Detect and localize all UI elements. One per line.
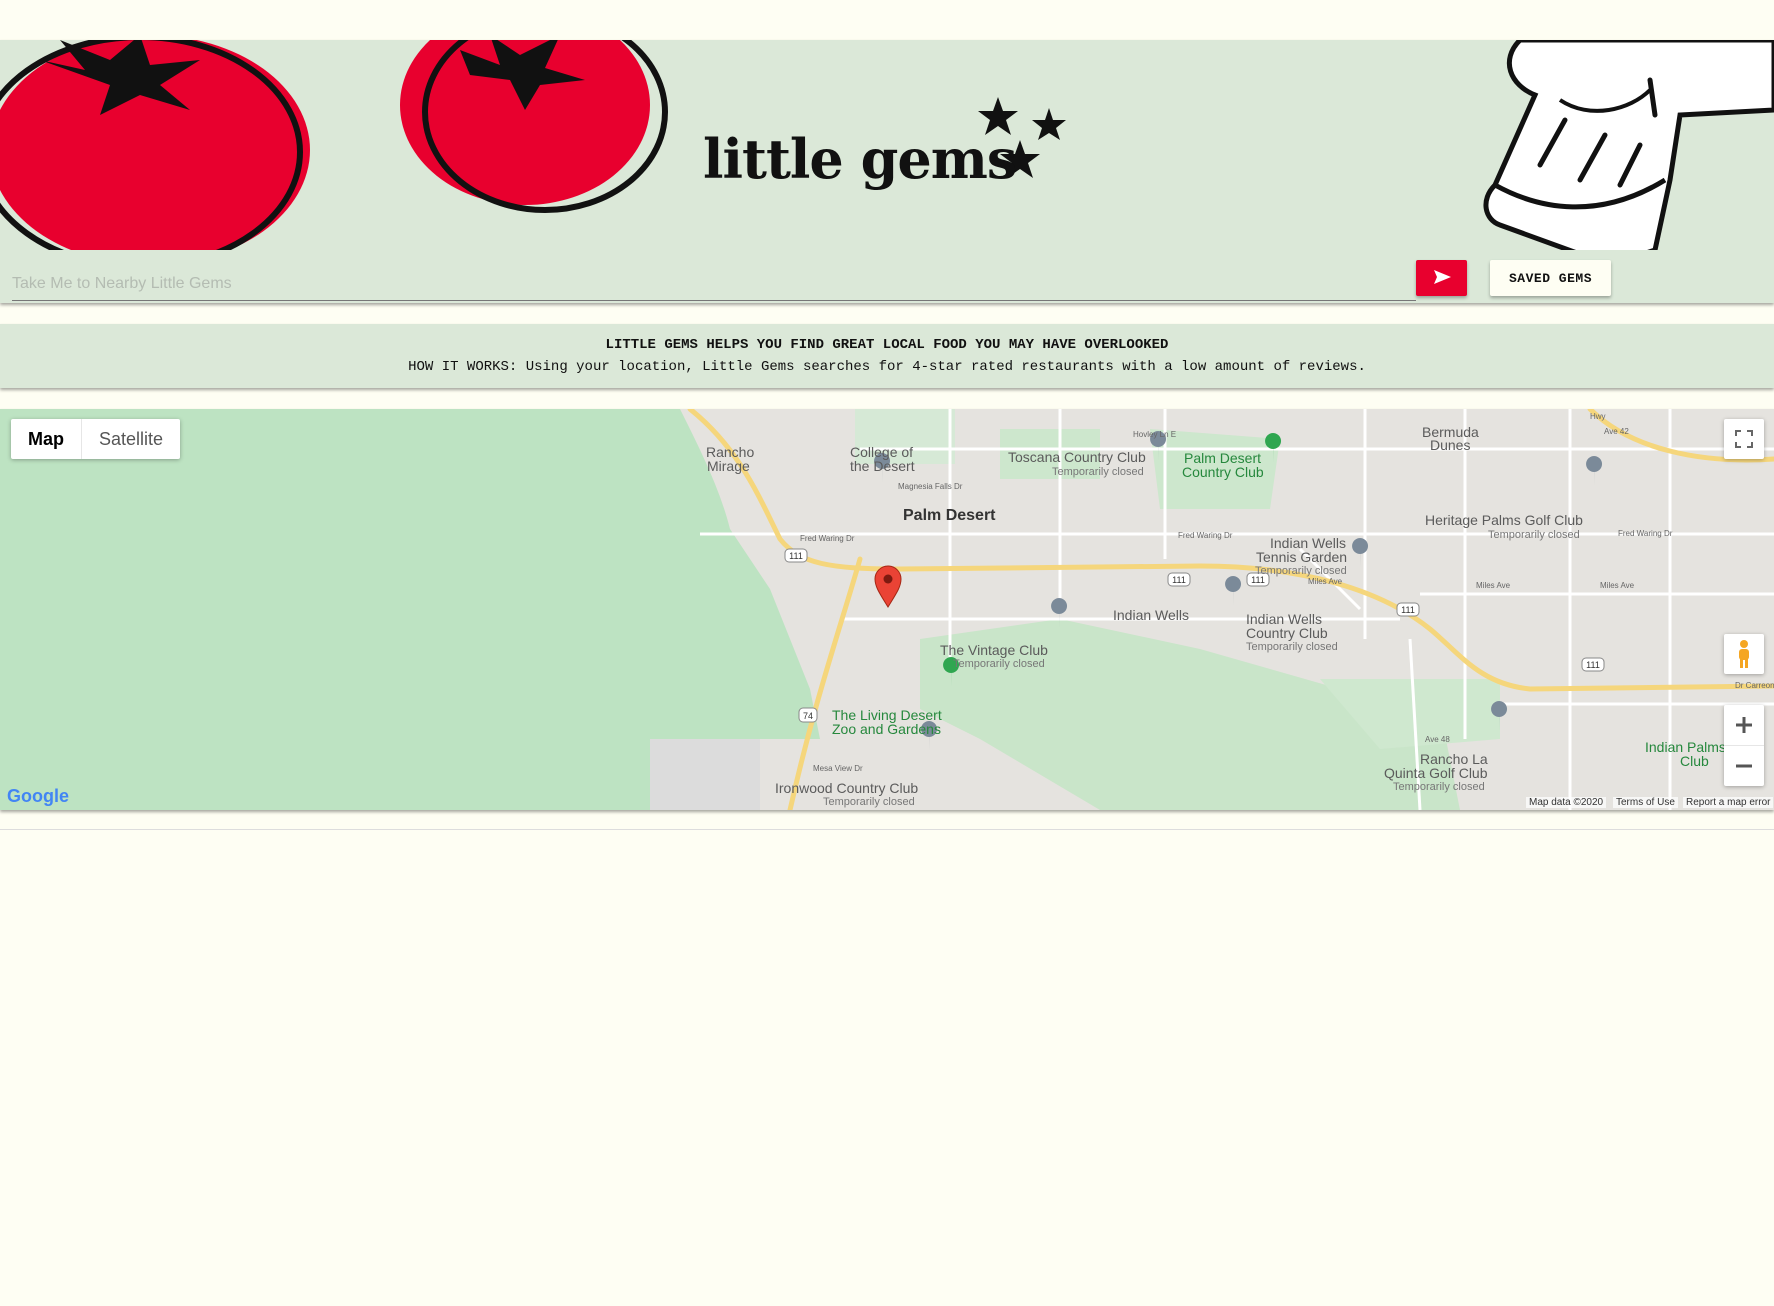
- map-label-status: Temporarily closed: [1052, 466, 1144, 478]
- location-marker-icon[interactable]: [874, 565, 902, 608]
- pegman-icon: [1739, 640, 1749, 668]
- send-arrow-icon: [1433, 269, 1451, 284]
- street-label: Hwy: [1590, 412, 1606, 421]
- map-label-living-desert: The Living Desert: [832, 707, 942, 723]
- map-label-status: Temporarily closed: [1488, 529, 1580, 541]
- route-shield: 74: [798, 707, 818, 723]
- info-how-it-works: HOW IT WORKS: Using your location, Littl…: [408, 359, 1366, 375]
- route-shield: 111: [1167, 572, 1191, 587]
- map-label-iw-tennis: Tennis Garden: [1256, 549, 1348, 565]
- tomato-illustration: [400, 40, 668, 213]
- map-label-indian-wells: Indian Wells: [1113, 607, 1190, 623]
- street-label: Miles Ave: [1308, 577, 1343, 586]
- map-label-ironwood: Ironwood Country Club: [775, 780, 919, 796]
- map-type-satellite-button[interactable]: Satellite: [82, 419, 180, 459]
- map-label-status: Temporarily closed: [953, 658, 1045, 670]
- header: little gems SAVED GEMS: [0, 40, 1774, 303]
- street-label: Miles Ave: [1476, 581, 1511, 590]
- street-label: Fred Waring Dr: [800, 534, 855, 543]
- map-label-rancho-la-quinta: Quinta Golf Club: [1384, 765, 1488, 781]
- street-label: Ave 42: [1604, 427, 1629, 436]
- map-label-palm-desert-cc: Country Club: [1182, 464, 1264, 480]
- street-label: Hovley Ln E: [1133, 430, 1177, 439]
- map-label-college: the Desert: [850, 458, 915, 474]
- report-map-error-link[interactable]: Report a map error: [1683, 797, 1774, 808]
- map-label-rancho-mirage: Rancho: [706, 444, 755, 460]
- search-bar: SAVED GEMS: [0, 250, 1774, 303]
- info-headline: LITTLE GEMS HELPS YOU FIND GREAT LOCAL F…: [605, 337, 1169, 353]
- street-view-pegman[interactable]: [1724, 634, 1764, 674]
- saved-gems-button[interactable]: SAVED GEMS: [1490, 260, 1611, 296]
- route-shield: 111: [1581, 657, 1605, 672]
- tomato-illustration: [0, 40, 310, 250]
- chef-hat-illustration: [1483, 40, 1774, 250]
- svg-text:111: 111: [1401, 605, 1415, 615]
- map-label-status: Temporarily closed: [823, 796, 915, 808]
- map-label-college: College of: [850, 444, 914, 460]
- street-label: Mesa View Dr: [813, 764, 863, 773]
- map-type-map-button[interactable]: Map: [11, 419, 82, 459]
- map-label-palm-desert-cc: Palm Desert: [1184, 450, 1262, 466]
- place-pin-icon: [1225, 576, 1242, 606]
- search-input[interactable]: [12, 268, 1416, 301]
- map-label-rancho-mirage: Mirage: [707, 458, 750, 474]
- map-type-control: Map Satellite: [11, 419, 181, 459]
- minus-icon: [1736, 764, 1752, 768]
- banner: little gems: [0, 40, 1774, 250]
- map-label-iw-tennis: Indian Wells: [1270, 535, 1347, 551]
- map-label-status: Temporarily closed: [1255, 565, 1347, 577]
- map-label-toscana: Toscana Country Club: [1008, 449, 1146, 465]
- divider: [0, 829, 1774, 830]
- brand-title: little gems: [703, 127, 1016, 191]
- map-label-rancho-la-quinta: Rancho La: [1420, 751, 1488, 767]
- map-data-attribution: Map data ©2020: [1526, 797, 1607, 808]
- map-label-living-desert: Zoo and Gardens: [832, 721, 941, 737]
- street-label: Magnesia Falls Dr: [898, 482, 963, 491]
- search-submit-button[interactable]: [1416, 260, 1467, 296]
- map-label-heritage: Heritage Palms Golf Club: [1425, 512, 1583, 528]
- fullscreen-button[interactable]: [1724, 419, 1764, 459]
- terms-of-use-link[interactable]: Terms of Use: [1613, 797, 1678, 808]
- plus-icon: [1736, 717, 1752, 733]
- fullscreen-icon: [1735, 430, 1753, 448]
- place-pin-icon: [1586, 456, 1603, 486]
- map-label-palm-desert: Palm Desert: [903, 507, 996, 524]
- zoom-in-button[interactable]: [1724, 705, 1764, 746]
- route-shield: 111: [784, 548, 808, 563]
- map[interactable]: 111 111 111 111 111 74 Palm Desert Ranch…: [0, 409, 1774, 810]
- zoom-out-button[interactable]: [1724, 746, 1764, 786]
- svg-text:111: 111: [789, 551, 803, 561]
- street-label: Miles Ave: [1600, 581, 1635, 590]
- map-label-iw-cc: Country Club: [1246, 625, 1328, 641]
- map-label-indian-palms: Indian Palms: [1645, 739, 1726, 755]
- route-shield: 111: [1396, 602, 1420, 617]
- google-logo[interactable]: Google: [7, 786, 69, 807]
- map-label-indian-palms: Club: [1680, 753, 1709, 769]
- map-label-status: Temporarily closed: [1246, 641, 1338, 653]
- street-label: Fred Waring Dr: [1618, 529, 1673, 538]
- svg-text:74: 74: [803, 711, 813, 721]
- svg-text:111: 111: [1172, 575, 1186, 585]
- street-label: Dr Carreon: [1735, 681, 1774, 690]
- street-label: Ave 48: [1425, 735, 1450, 744]
- info-banner: LITTLE GEMS HELPS YOU FIND GREAT LOCAL F…: [0, 324, 1774, 388]
- street-label: Fred Waring Dr: [1178, 531, 1233, 540]
- map-label-iw-cc: Indian Wells: [1246, 611, 1323, 627]
- svg-text:111: 111: [1586, 660, 1600, 670]
- map-label-bermuda-dunes: Dunes: [1430, 437, 1471, 453]
- map-label-vintage: The Vintage Club: [940, 642, 1048, 658]
- map-label-status: Temporarily closed: [1393, 781, 1485, 793]
- zoom-control: [1724, 705, 1764, 786]
